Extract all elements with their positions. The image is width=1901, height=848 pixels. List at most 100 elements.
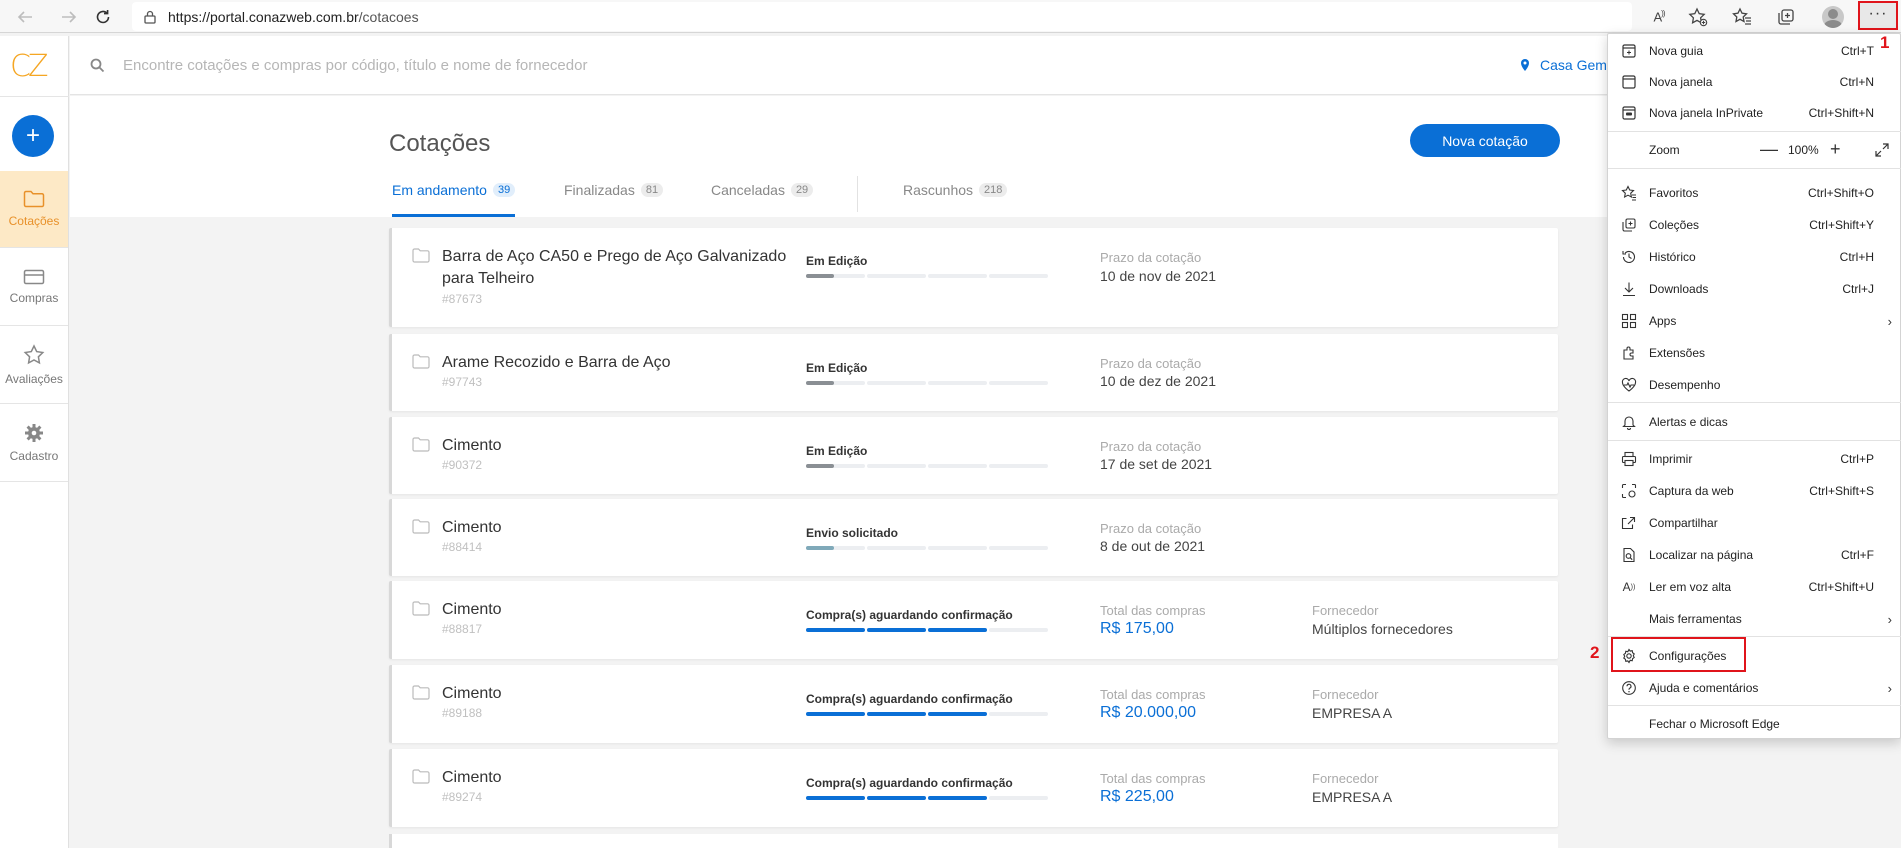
refresh-icon	[96, 10, 110, 24]
folder-icon	[412, 601, 430, 616]
folder-icon	[412, 248, 430, 263]
menu-item-historico[interactable]: Histórico Ctrl+H	[1608, 242, 1901, 272]
menu-item-apps[interactable]: Apps ›	[1608, 306, 1901, 336]
list-item[interactable]: Arame Recozido e Barra de Aço #97743 Em Ed…	[389, 334, 1558, 411]
list-item[interactable]: Cimento #89188 Compra(s) aguardando confir…	[389, 665, 1558, 743]
list-item[interactable]: Cimento #90372 Em Edição Prazo da cotação 17…	[389, 417, 1558, 494]
list-item[interactable]: Cimento #89274 Compra(s) aguardando confir…	[389, 749, 1558, 827]
settings-and-more-button[interactable]: ···	[1858, 1, 1898, 30]
progress-fill	[806, 381, 834, 385]
progress-bar	[806, 464, 1048, 468]
quotation-title[interactable]: Cimento	[442, 767, 802, 789]
quotation-title[interactable]: Cimento	[442, 517, 802, 539]
progress-fill	[806, 546, 834, 550]
tab-em-andamento[interactable]: Em andamento 39	[392, 182, 516, 217]
tab-rascunhos[interactable]: Rascunhos 218	[903, 182, 1008, 217]
lock-icon	[144, 10, 156, 24]
list-item[interactable]: Cimento #88414 Envio solicitado Prazo da co…	[389, 499, 1558, 576]
menu-item-ler-voz-alta[interactable]: A)) Ler em voz alta Ctrl+Shift+U	[1608, 572, 1901, 602]
refresh-button[interactable]	[90, 4, 116, 30]
tab-canceladas[interactable]: Canceladas 29	[711, 182, 814, 217]
zoom-level: 100%	[1788, 142, 1819, 157]
ellipsis-icon: ···	[1868, 4, 1888, 22]
search-input[interactable]: Encontre cotações e compras por código, …	[123, 57, 587, 74]
callout-1: 1	[1880, 33, 1890, 52]
info-value: R$ 225,00	[1100, 788, 1174, 805]
menu-item-nova-janela[interactable]: Nova janela Ctrl+N	[1608, 67, 1901, 97]
menu-separator	[1608, 705, 1901, 706]
quotation-title[interactable]: Cimento	[442, 683, 802, 705]
menu-item-favoritos[interactable]: Favoritos Ctrl+Shift+O	[1608, 178, 1901, 208]
conaz-logo[interactable]: CZ	[10, 49, 48, 84]
menu-item-compartilhar[interactable]: Compartilhar	[1608, 508, 1901, 538]
progress-bar	[806, 628, 1048, 632]
supplier-label: Fornecedor	[1312, 771, 1379, 786]
fullscreen-icon[interactable]	[1875, 142, 1889, 157]
menu-item-fechar-edge[interactable]: Fechar o Microsoft Edge	[1608, 709, 1901, 739]
info-value: R$ 20.000,00	[1100, 704, 1197, 721]
zoom-in-button[interactable]: +	[1830, 139, 1841, 160]
favorites-list-icon	[1732, 7, 1751, 25]
menu-item-captura-web[interactable]: Captura da web Ctrl+Shift+S	[1608, 476, 1901, 506]
menu-item-extensoes[interactable]: Extensões	[1608, 338, 1901, 368]
menu-item-inprivate[interactable]: Nova janela InPrivate Ctrl+Shift+N	[1608, 98, 1901, 128]
profile-avatar[interactable]	[1822, 6, 1844, 28]
menu-item-shortcut: Ctrl+N	[1839, 75, 1874, 89]
tab-count-badge: 218	[979, 183, 1008, 197]
add-button[interactable]: +	[12, 115, 54, 157]
download-icon	[1621, 281, 1637, 297]
location-selector[interactable]: Casa Gemi	[1520, 57, 1610, 73]
favorites-toolbar-button[interactable]	[1730, 5, 1754, 29]
menu-item-nova-guia[interactable]: Nova guia Ctrl+T	[1608, 36, 1901, 66]
quotation-title[interactable]: Barra de Aço CA50 e Prego de Aço Galvani…	[442, 246, 802, 290]
tab-finalizadas[interactable]: Finalizadas 81	[564, 182, 664, 217]
folder-icon	[412, 685, 430, 700]
menu-item-mais-ferramentas[interactable]: Mais ferramentas ›	[1608, 604, 1901, 634]
add-favorite-button[interactable]	[1686, 5, 1710, 29]
forward-button[interactable]	[56, 4, 82, 30]
search-icon	[90, 58, 105, 73]
star-add-icon	[1688, 7, 1708, 27]
quotation-title[interactable]: Cimento	[442, 599, 802, 621]
list-item[interactable]: Cimento #88817 Compra(s) aguardando confir…	[389, 581, 1558, 659]
progress-bar	[806, 381, 1048, 385]
menu-item-ajuda[interactable]: Ajuda e comentários ›	[1608, 673, 1901, 703]
menu-item-localizar[interactable]: Localizar na página Ctrl+F	[1608, 540, 1901, 570]
menu-separator	[1608, 402, 1901, 403]
tab-label: Em andamento	[392, 182, 487, 198]
sidebar-divider	[0, 96, 69, 97]
info-label: Prazo da cotação	[1100, 439, 1202, 454]
sidebar-item-cotacoes[interactable]: Cotações	[0, 171, 68, 248]
supplier-value: Múltiplos fornecedores	[1312, 621, 1453, 637]
quotation-title[interactable]: Cimento	[442, 435, 802, 457]
sidebar-item-avaliacoes[interactable]: Avaliações	[0, 327, 68, 404]
list-item[interactable]	[389, 834, 1558, 848]
zoom-out-button[interactable]: —	[1760, 139, 1778, 160]
sidebar-item-compras[interactable]: Compras	[0, 249, 68, 326]
sidebar-item-label: Cotações	[8, 214, 60, 228]
read-aloud-toolbar-button[interactable]: A))	[1647, 5, 1671, 29]
collections-toolbar-button[interactable]	[1774, 5, 1798, 29]
menu-item-desempenho[interactable]: Desempenho	[1608, 370, 1901, 400]
menu-item-colecoes[interactable]: Coleções Ctrl+Shift+Y	[1608, 210, 1901, 240]
quotation-title[interactable]: Arame Recozido e Barra de Aço	[442, 352, 802, 374]
menu-item-downloads[interactable]: Downloads Ctrl+J	[1608, 274, 1901, 304]
bell-icon	[1621, 414, 1637, 430]
info-label: Prazo da cotação	[1100, 250, 1202, 265]
callout-2: 2	[1590, 643, 1600, 662]
menu-item-label: Nova janela InPrivate	[1649, 106, 1764, 120]
tab-divider	[857, 176, 858, 212]
menu-item-shortcut: Ctrl+Shift+O	[1807, 186, 1874, 200]
sidebar-item-cadastro[interactable]: Cadastro	[0, 405, 68, 482]
list-item[interactable]: Barra de Aço CA50 e Prego de Aço Galvani…	[389, 228, 1558, 327]
menu-item-imprimir[interactable]: Imprimir Ctrl+P	[1608, 444, 1901, 474]
progress-segment	[806, 546, 865, 550]
progress-segment	[928, 628, 987, 632]
menu-item-label: Localizar na página	[1649, 548, 1754, 562]
quotation-code: #90372	[442, 458, 483, 472]
menu-item-shortcut: Ctrl+Shift+S	[1809, 484, 1874, 498]
menu-item-alertas[interactable]: Alertas e dicas	[1608, 407, 1901, 437]
back-button[interactable]	[12, 4, 38, 30]
nova-cotacao-button[interactable]: Nova cotação	[1410, 124, 1560, 157]
address-bar[interactable]: https://portal.conazweb.com.br/cotacoes	[132, 2, 1632, 31]
